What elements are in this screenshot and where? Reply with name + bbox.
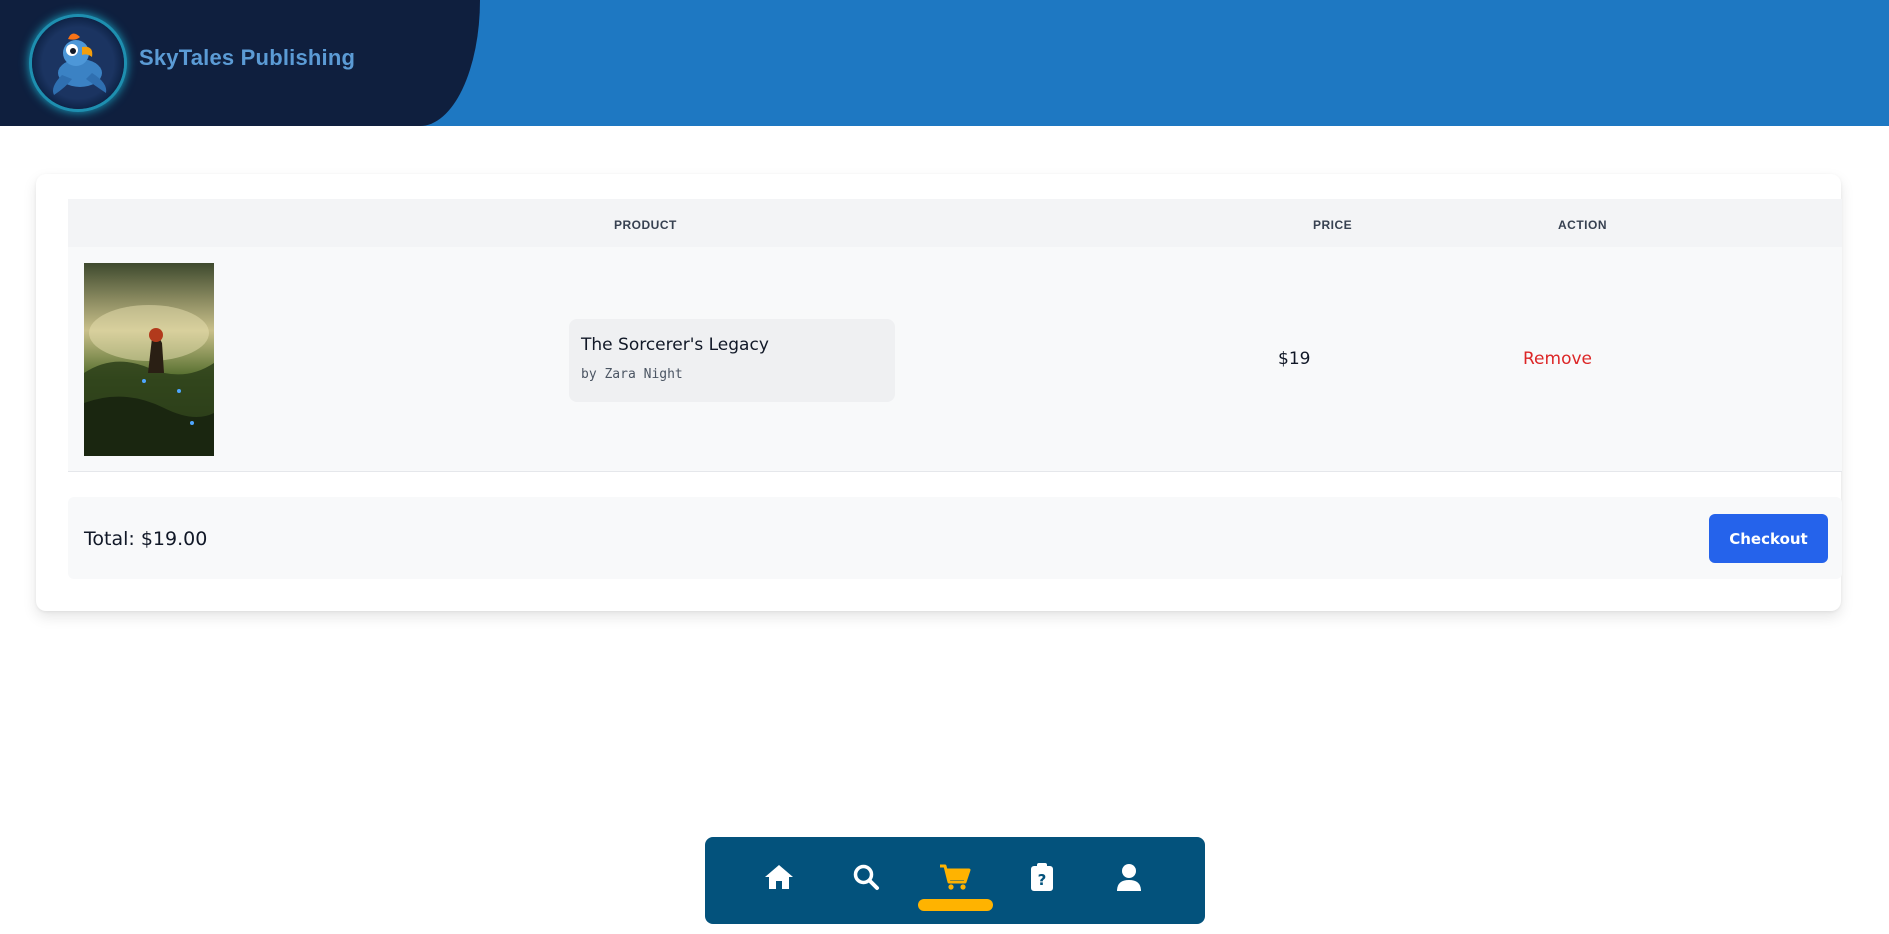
nav-help[interactable]: ? (1022, 857, 1062, 897)
home-icon (765, 865, 793, 889)
search-icon (853, 864, 879, 890)
book-cover-image (84, 263, 214, 456)
nav-cart[interactable] (935, 857, 975, 897)
active-nav-indicator (918, 899, 993, 911)
remove-button[interactable]: Remove (1523, 349, 1592, 369)
svg-text:?: ? (1038, 871, 1047, 889)
column-header-product: PRODUCT (614, 218, 677, 232)
product-price: $19 (1278, 349, 1311, 369)
user-icon (1117, 864, 1141, 891)
cart-card: PRODUCT PRICE ACTION The Sorcerer's Lega… (36, 174, 1842, 611)
column-header-price: PRICE (1313, 218, 1353, 232)
checkout-button[interactable]: Checkout (1709, 514, 1828, 563)
table-row: The Sorcerer's Legacy by Zara Night $19 … (68, 247, 1842, 472)
brand-panel: SkyTales Publishing (0, 0, 480, 126)
cart-summary: Total: $19.00 Checkout (68, 497, 1842, 579)
top-header: SkyTales Publishing (0, 0, 1889, 126)
table-header: PRODUCT PRICE ACTION (68, 199, 1842, 247)
bottom-nav: ? (705, 837, 1205, 924)
brand-name[interactable]: SkyTales Publishing (139, 45, 355, 71)
nav-profile[interactable] (1109, 857, 1149, 897)
help-clipboard-icon: ? (1031, 863, 1053, 891)
cart-icon (940, 864, 971, 890)
product-title[interactable]: The Sorcerer's Legacy (581, 335, 769, 355)
product-info: The Sorcerer's Legacy by Zara Night (569, 319, 895, 402)
column-header-action: ACTION (1558, 218, 1607, 232)
nav-home[interactable] (759, 857, 799, 897)
cart-total: Total: $19.00 (84, 528, 208, 550)
product-author: by Zara Night (581, 367, 683, 382)
nav-search[interactable] (846, 857, 886, 897)
parrot-logo[interactable] (32, 17, 124, 109)
